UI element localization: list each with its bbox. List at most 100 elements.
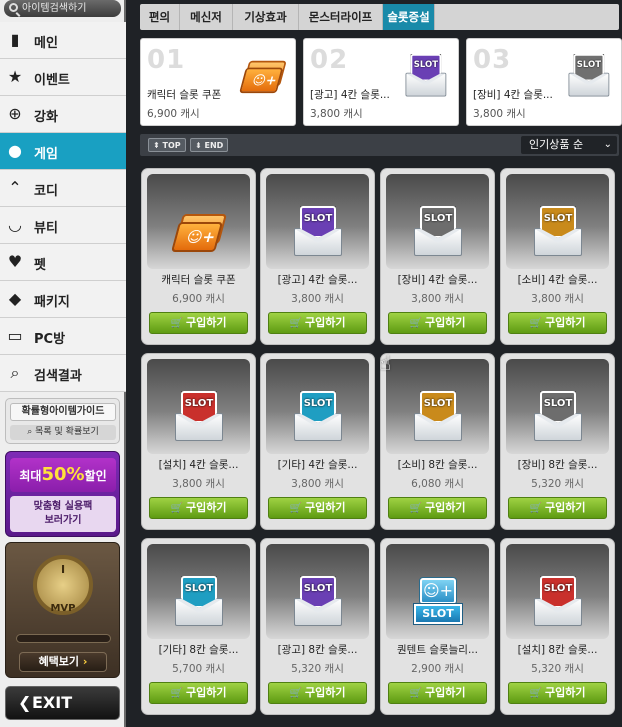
- product-price: 2,900 캐시: [411, 663, 464, 675]
- box-icon: ◆: [8, 289, 22, 308]
- exit-button[interactable]: ❮ EXIT: [5, 686, 120, 720]
- tab-1[interactable]: 메신저: [180, 4, 233, 30]
- item-price: 3,800 캐시: [473, 108, 526, 120]
- product-price: 6,080 캐시: [411, 478, 464, 490]
- product-name: [장비] 8칸 슬롯...: [517, 459, 598, 471]
- buy-button[interactable]: 🛒 구입하기: [149, 682, 248, 704]
- slot-envelope-icon: SLOT: [412, 391, 464, 441]
- buy-button[interactable]: 🛒 구입하기: [508, 682, 607, 704]
- sort-dropdown[interactable]: 인기상품 순 ⌄: [521, 136, 617, 154]
- sidebar-item-5[interactable]: ◡ 뷰티: [0, 207, 126, 244]
- slot-envelope-icon: SLOT: [404, 54, 448, 97]
- buy-button[interactable]: 🛒 구입하기: [268, 497, 367, 519]
- product-card[interactable]: SLOT [광고] 4칸 슬롯... 3,800 캐시 🛒 구입하기: [260, 168, 375, 345]
- guide-link[interactable]: ⌕ 목록 및 확률보기: [10, 425, 116, 440]
- featured-item[interactable]: 01 캐릭터 슬롯 쿠폰 6,900 캐시: [140, 38, 296, 126]
- scroll-top-button[interactable]: ⇞ TOP: [148, 138, 186, 152]
- buy-button[interactable]: 🛒 구입하기: [388, 312, 487, 334]
- product-image: SLOT: [266, 544, 369, 639]
- sidebar-item-9[interactable]: ⌕ 검색결과: [0, 355, 126, 392]
- sidebar-item-6[interactable]: ♥ 펫: [0, 244, 126, 281]
- slot-envelope-icon: SLOT: [567, 54, 611, 97]
- cart-icon: 🛒: [529, 503, 542, 514]
- buy-button[interactable]: 🛒 구입하기: [268, 312, 367, 334]
- product-price: 5,320 캐시: [531, 478, 584, 490]
- tab-0[interactable]: 편의: [140, 4, 180, 30]
- product-image: SLOT: [506, 359, 609, 454]
- search-input[interactable]: 아이템검색하기: [4, 0, 121, 17]
- buy-button[interactable]: 🛒 구입하기: [508, 312, 607, 334]
- product-card[interactable]: SLOT [소비] 4칸 슬롯... 3,800 캐시 🛒 구입하기: [500, 168, 615, 345]
- mvp-progress-bar: [16, 634, 111, 643]
- sidebar-item-1[interactable]: ★ 이벤트: [0, 59, 126, 96]
- sidebar-item-2[interactable]: ⊕ 강화: [0, 96, 126, 133]
- search-icon: ⌕: [10, 363, 20, 382]
- product-name: [광고] 8칸 슬롯...: [277, 644, 358, 656]
- product-card[interactable]: SLOT [기타] 8칸 슬롯... 5,700 캐시 🛒 구입하기: [141, 538, 256, 715]
- discount-headline: 최대50%할인: [10, 458, 116, 492]
- product-card[interactable]: SLOT [소비] 8칸 슬롯... 6,080 캐시 🛒 구입하기: [380, 353, 495, 530]
- buy-button[interactable]: 🛒 구입하기: [149, 312, 248, 334]
- product-card[interactable]: SLOT [장비] 8칸 슬롯... 5,320 캐시 🛒 구입하기: [500, 353, 615, 530]
- product-name: [소비] 4칸 슬롯...: [517, 274, 598, 286]
- cart-icon: 🛒: [529, 688, 542, 699]
- product-name: [장비] 4칸 슬롯...: [397, 274, 478, 286]
- product-name: 캐릭터 슬롯 쿠폰: [161, 274, 236, 286]
- product-name: [설치] 4칸 슬롯...: [158, 459, 239, 471]
- cart-icon: 🛒: [170, 688, 183, 699]
- featured-item[interactable]: 02 SLOT [광고] 4칸 슬롯... 3,800 캐시: [303, 38, 459, 126]
- product-price: 6,900 캐시: [172, 293, 225, 305]
- product-card[interactable]: ☺+ SLOT 퀀텐트 슬롯늘리... 2,900 캐시 🛒 구입하기: [380, 538, 495, 715]
- probability-guide-banner[interactable]: 확률형아이템가이드 ⌕ 목록 및 확률보기: [5, 398, 120, 444]
- sidebar-item-label: 코디: [34, 184, 58, 199]
- product-card[interactable]: SLOT [설치] 4칸 슬롯... 3,800 캐시 🛒 구입하기: [141, 353, 256, 530]
- buy-button[interactable]: 🛒 구입하기: [268, 682, 367, 704]
- buy-button[interactable]: 🛒 구입하기: [388, 682, 487, 704]
- product-card[interactable]: SLOT [장비] 4칸 슬롯... 3,800 캐시 🛒 구입하기: [380, 168, 495, 345]
- mvp-benefits-button[interactable]: 혜택보기 ›: [19, 652, 107, 672]
- promo-link[interactable]: 맞춤형 실용팩 보러가기: [10, 496, 116, 532]
- chevron-down-icon: ⌄: [603, 139, 612, 150]
- slot-envelope-icon: SLOT: [292, 391, 344, 441]
- slot-envelope-icon: SLOT: [292, 206, 344, 256]
- featured-item[interactable]: 03 SLOT [장비] 4칸 슬롯... 3,800 캐시: [466, 38, 622, 126]
- sidebar-item-label: 검색결과: [34, 369, 82, 384]
- cart-icon: 🛒: [170, 318, 183, 329]
- product-name: [소비] 8칸 슬롯...: [397, 459, 478, 471]
- buy-button[interactable]: 🛒 구입하기: [388, 497, 487, 519]
- discount-promo-banner[interactable]: 최대50%할인 맞춤형 실용팩 보러가기: [5, 451, 120, 537]
- product-image: SLOT: [386, 174, 489, 269]
- sidebar-item-label: PC방: [34, 332, 66, 347]
- slot-envelope-icon: SLOT: [532, 576, 584, 626]
- buy-button[interactable]: 🛒 구입하기: [508, 497, 607, 519]
- character-slot-coupon-icon: [239, 54, 287, 97]
- heart-icon: ♥: [7, 252, 23, 271]
- tab-4[interactable]: 슬롯증설: [383, 4, 435, 30]
- sidebar-item-7[interactable]: ◆ 패키지: [0, 281, 126, 318]
- sidebar-item-8[interactable]: ▭ PC방: [0, 318, 126, 355]
- product-price: 3,800 캐시: [411, 293, 464, 305]
- product-price: 3,800 캐시: [172, 478, 225, 490]
- sidebar: 아이템검색하기 ▮ 메인 ★ 이벤트 ⊕ 강화 ● 게임 ⌃ 코디 ◡ 뷰티 ♥ 펫 ◆ 패키지 ▭ PC방 ⌕ 검색…: [0, 0, 126, 727]
- sidebar-item-3[interactable]: ● 게임: [0, 133, 126, 170]
- hand-cursor-icon: ☝: [379, 351, 392, 375]
- monitor-icon: ▭: [7, 326, 23, 345]
- item-name: [장비] 4칸 슬롯...: [473, 89, 553, 101]
- scroll-end-button[interactable]: ⇟ END: [190, 138, 229, 152]
- product-price: 3,800 캐시: [531, 293, 584, 305]
- product-card[interactable]: SLOT [기타] 4칸 슬롯... 3,800 캐시 🛒 구입하기: [260, 353, 375, 530]
- buy-button[interactable]: 🛒 구입하기: [149, 497, 248, 519]
- category-tabs: 편의 메신저 기상효과 몬스터라이프 슬롯증설: [140, 4, 619, 30]
- product-card[interactable]: SLOT [설치] 8칸 슬롯... 5,320 캐시 🛒 구입하기: [500, 538, 615, 715]
- product-card[interactable]: SLOT [광고] 8칸 슬롯... 5,320 캐시 🛒 구입하기: [260, 538, 375, 715]
- tab-3[interactable]: 몬스터라이프: [299, 4, 383, 30]
- character-slot-coupon-icon: [170, 206, 228, 256]
- sidebar-item-label: 펫: [34, 258, 46, 273]
- product-image: SLOT: [386, 359, 489, 454]
- product-name: [기타] 4칸 슬롯...: [277, 459, 358, 471]
- sidebar-item-4[interactable]: ⌃ 코디: [0, 170, 126, 207]
- product-card[interactable]: 캐릭터 슬롯 쿠폰 6,900 캐시 🛒구입하기: [141, 168, 256, 345]
- sidebar-item-0[interactable]: ▮ 메인: [0, 22, 126, 59]
- product-image: SLOT: [147, 544, 250, 639]
- tab-2[interactable]: 기상효과: [233, 4, 299, 30]
